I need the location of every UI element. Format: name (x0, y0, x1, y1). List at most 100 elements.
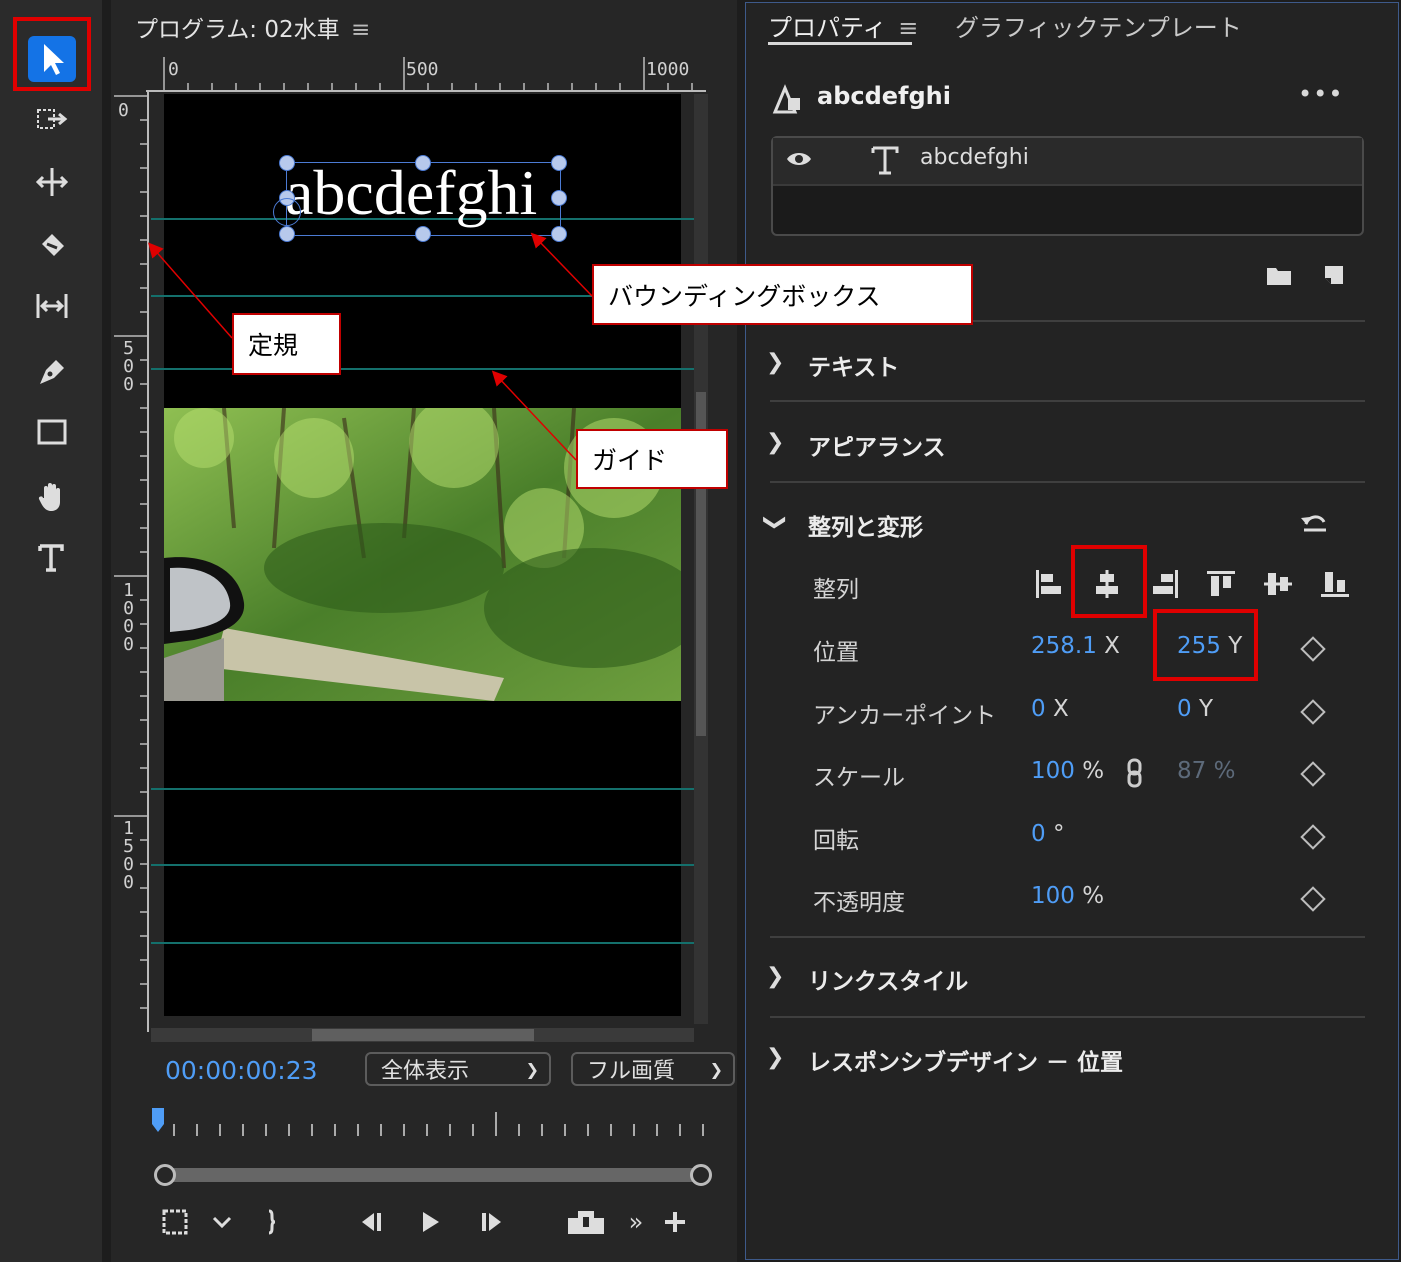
degree-unit: ° (1052, 821, 1065, 847)
y-axis-label: Y (1198, 696, 1214, 722)
horizontal-scrollbar-thumb[interactable] (312, 1029, 534, 1041)
divider (770, 481, 1365, 483)
scale-label: スケール (813, 765, 905, 791)
chevron-right-icon[interactable]: ❯ (766, 350, 784, 375)
ruler-left-label-1000: 1000 (118, 580, 139, 652)
section-align-transform[interactable]: 整列と変形 (808, 508, 923, 542)
callout-bounding-box: バウンディングボックス (592, 264, 973, 325)
razor-tool[interactable] (22, 216, 82, 272)
bbox-handle[interactable] (551, 155, 567, 171)
divider (770, 400, 1365, 402)
zoom-handle-left[interactable] (154, 1164, 176, 1186)
chevron-down-icon[interactable]: ❯ (763, 513, 788, 531)
more-controls-button[interactable]: » (622, 1204, 650, 1240)
settings-dropdown-button[interactable] (208, 1204, 236, 1240)
position-x-field[interactable]: 258.1 X (1031, 633, 1120, 659)
eye-icon[interactable] (786, 149, 812, 169)
ruler-left-label-1500: 1500 (118, 818, 139, 890)
button-editor-button[interactable] (660, 1204, 690, 1240)
slip-tool[interactable] (22, 278, 82, 334)
guide-line[interactable] (151, 788, 696, 790)
align-right-icon (1153, 570, 1178, 598)
hamburger-icon[interactable]: ≡ (351, 17, 370, 43)
program-monitor-title[interactable]: プログラム: 02水車 ≡ (135, 10, 370, 44)
playback-resolution-select[interactable]: フル画質 ❯ (571, 1052, 735, 1086)
bbox-handle[interactable] (279, 226, 295, 242)
x-axis-label: X (1052, 696, 1069, 722)
link-icon[interactable] (1126, 758, 1144, 788)
align-top-button[interactable] (1204, 566, 1238, 602)
hand-tool[interactable] (22, 468, 82, 524)
chevron-right-icon[interactable]: ❯ (766, 430, 784, 455)
callout-guide: ガイド (576, 429, 728, 489)
layer-name: abcdefghi (817, 82, 951, 110)
pen-tool[interactable] (22, 342, 82, 398)
layer-row-name: abcdefghi (920, 145, 1029, 170)
tab-properties[interactable]: プロパティ ≡ (768, 8, 918, 43)
percent-unit: % (1082, 758, 1105, 784)
ripple-edit-tool[interactable] (22, 154, 82, 210)
horizontal-ruler[interactable]: 0 500 1000 (146, 57, 706, 93)
reset-icon[interactable] (1298, 508, 1332, 538)
hand-icon (38, 483, 60, 511)
scale-field[interactable]: 100 % (1031, 758, 1104, 784)
anchor-point-icon[interactable] (273, 198, 301, 226)
safe-margins-button[interactable] (158, 1204, 192, 1240)
hamburger-icon[interactable]: ≡ (898, 14, 918, 42)
anchor-y-value: 0 (1177, 696, 1192, 722)
zoom-handle-right[interactable] (690, 1164, 712, 1186)
anchor-y-field[interactable]: 0 Y (1177, 696, 1213, 722)
rotation-field[interactable]: 0 ° (1031, 821, 1064, 847)
more-options-icon[interactable]: ••• (1298, 80, 1343, 108)
zoom-scroll-bar[interactable] (160, 1168, 700, 1182)
chevron-right-icon[interactable]: ❯ (766, 964, 784, 989)
align-right-button[interactable] (1148, 566, 1182, 602)
graphic-layer-icon (771, 82, 805, 116)
type-tool[interactable] (22, 530, 82, 586)
opacity-field[interactable]: 100 % (1031, 883, 1104, 909)
program-title-text: プログラム: 02水車 (135, 17, 340, 43)
anchor-x-field[interactable]: 0 X (1031, 696, 1069, 722)
bbox-handle[interactable] (551, 190, 567, 206)
align-bottom-button[interactable] (1318, 566, 1352, 602)
rotation-label: 回転 (813, 828, 859, 854)
ruler-ticks-vertical (114, 92, 149, 1032)
play-button[interactable] (412, 1204, 448, 1240)
chevron-right-icon[interactable]: ❯ (766, 1045, 784, 1070)
align-vertical-center-button[interactable] (1261, 566, 1295, 602)
bbox-handle[interactable] (415, 155, 431, 171)
zoom-level-select[interactable]: 全体表示 ❯ (365, 1052, 551, 1086)
bbox-handle[interactable] (551, 226, 567, 242)
guide-line[interactable] (151, 864, 696, 866)
section-appearance[interactable]: アピアランス (808, 428, 946, 462)
align-left-button[interactable] (1032, 566, 1066, 602)
bounding-box[interactable] (286, 162, 561, 236)
mini-timeline[interactable] (152, 1108, 712, 1140)
layer-list-row[interactable] (773, 138, 1362, 186)
tab-graphics-template[interactable]: グラフィックテンプレート (955, 8, 1242, 43)
playback-resolution-value: フル画質 (587, 1059, 676, 1084)
track-select-tool[interactable] (22, 92, 82, 148)
vertical-ruler[interactable]: 0 500 1000 1500 (114, 92, 150, 1032)
new-folder-icon[interactable] (1266, 264, 1292, 286)
highlight-align-center (1071, 545, 1147, 618)
section-text[interactable]: テキスト (808, 348, 899, 382)
guide-line[interactable] (151, 942, 696, 944)
step-forward-icon (482, 1213, 501, 1231)
rectangle-tool[interactable] (22, 404, 82, 460)
export-frame-button[interactable] (564, 1204, 608, 1240)
mark-in-icon (268, 1209, 276, 1235)
section-link-style[interactable]: リンクスタイル (808, 962, 968, 996)
playhead-timecode[interactable]: 00:00:00:23 (165, 1056, 318, 1085)
ruler-top-label-500: 500 (406, 59, 439, 80)
mark-in-button[interactable] (258, 1204, 284, 1240)
percent-unit: % (1213, 758, 1236, 784)
rotation-value: 0 (1031, 821, 1046, 847)
scale-width-field[interactable]: 87 % (1177, 758, 1235, 784)
bbox-handle[interactable] (415, 226, 431, 242)
bbox-handle[interactable] (279, 155, 295, 171)
step-back-button[interactable] (352, 1204, 388, 1240)
section-responsive-design[interactable]: レスポンシブデザイン － 位置 (808, 1043, 1123, 1077)
new-layer-icon[interactable] (1323, 264, 1345, 286)
step-forward-button[interactable] (475, 1204, 511, 1240)
